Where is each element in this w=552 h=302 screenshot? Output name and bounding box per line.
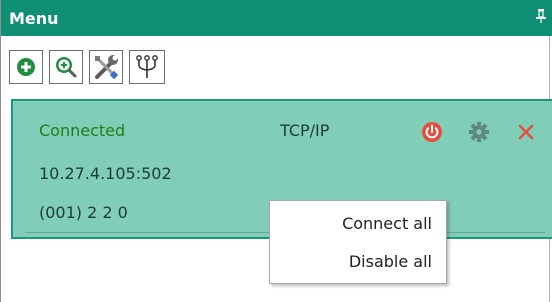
menu-item-connect-all[interactable]: Connect all [342,214,432,233]
search-device-button[interactable] [49,50,83,84]
add-device-button[interactable] [9,50,43,84]
panel-title: Menu [9,9,59,28]
device-address: 10.27.4.105:502 [39,164,172,183]
tools-button[interactable] [89,50,123,84]
magnify-plus-icon [56,57,77,78]
pin-icon[interactable] [535,8,547,24]
protocol-label: TCP/IP [280,121,330,140]
usb-trident-icon [136,55,158,78]
close-icon[interactable] [517,123,535,141]
wrench-screwdriver-icon [95,55,119,80]
device-ids: (001) 2 2 0 [39,203,128,222]
menu-panel: Menu Connected TCP/IP 10.27.4.105:502 (0… [0,0,552,302]
plus-circle-icon [17,58,35,76]
menu-item-disable-all[interactable]: Disable all [349,252,432,271]
gear-icon[interactable] [469,122,489,142]
usb-button[interactable] [129,50,165,84]
panel-header: Menu [1,0,552,36]
power-icon[interactable] [421,121,443,143]
connection-status: Connected [39,121,126,140]
context-menu: Connect all Disable all [269,200,447,284]
